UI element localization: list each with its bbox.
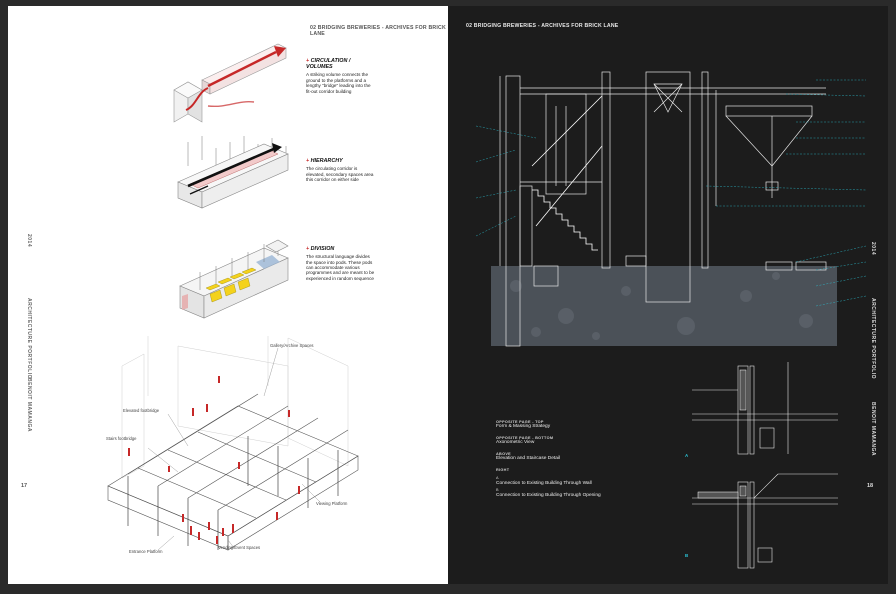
right-page-header: 02 BRIDGING BREWERIES - ARCHIVES FOR BRI… [466,23,619,29]
circulation-caption: + CIRCULATION / VOLUMES A striking volum… [306,58,376,94]
left-page-header: 02 BRIDGING BREWERIES - ARCHIVES FOR BRI… [310,25,446,37]
division-text: The structural language divides the spac… [306,254,375,281]
label-vending-spaces: Vending/Event Spaces [218,545,261,550]
right-side-author: BENOIT MAMANGA [870,402,876,456]
left-page-number: 17 [21,483,28,489]
label-viewing-platform: Viewing Platform [316,501,348,506]
left-side-year: 2014 [26,234,32,248]
right-page: 02 BRIDGING BREWERIES - ARCHIVES FOR BRI… [448,6,888,584]
label-gallery-spaces: Gallery/Archive Spaces [270,343,314,348]
circulation-diagram [173,43,287,123]
legend-right: RIGHT A Connection to Existing Building … [496,468,666,499]
axonometric-view [107,336,359,551]
legend-opposite-top: OPPOSITE PAGE - TOP Form & Massing Strat… [496,420,551,429]
caption-legend: OPPOSITE PAGE - TOP Form & Massing Strat… [496,420,666,505]
portfolio-spread: 02 BRIDGING BREWERIES - ARCHIVES FOR BRI… [0,0,896,594]
label-elevated-footbridge: Elevated footbridge [123,408,160,413]
legend-above: ABOVE Elevation and Staircase Detail [496,452,560,461]
legend-opposite-bottom: OPPOSITE PAGE - BOTTOM Axonometric View [496,436,554,445]
left-page: 02 BRIDGING BREWERIES - ARCHIVES FOR BRI… [8,6,448,584]
hierarchy-caption: + HIERARCHY The circulating corridor is … [306,158,376,182]
division-diagram [179,239,289,319]
division-title: DIVISION [310,246,335,252]
hierarchy-diagram [177,136,289,209]
hierarchy-title: HIERARCHY [310,158,343,164]
label-entrance-platform: Entrance Platform [129,549,163,554]
division-caption: + DIVISION The structural language divid… [306,246,375,281]
connection-detail-drawings [692,362,838,569]
circulation-text: A striking volume connects the ground to… [306,72,371,94]
left-side-author: BENOIT MAMANGA [26,378,32,432]
staircase-section-drawing [475,71,867,347]
circulation-title: CIRCULATION / VOLUMES [306,58,351,71]
hierarchy-text: The circulating corridor is elevated, se… [306,166,374,183]
left-side-title: ARCHITECTURE PORTFOLIO [26,298,32,379]
legend-connection-b: Connection to Existing Building Through … [496,493,601,498]
label-stairs-footbridge: Stairs footbridge [106,436,137,441]
detail-marker-b: B [685,553,689,558]
detail-marker-a: A [685,453,689,458]
right-page-number: 18 [867,483,874,489]
